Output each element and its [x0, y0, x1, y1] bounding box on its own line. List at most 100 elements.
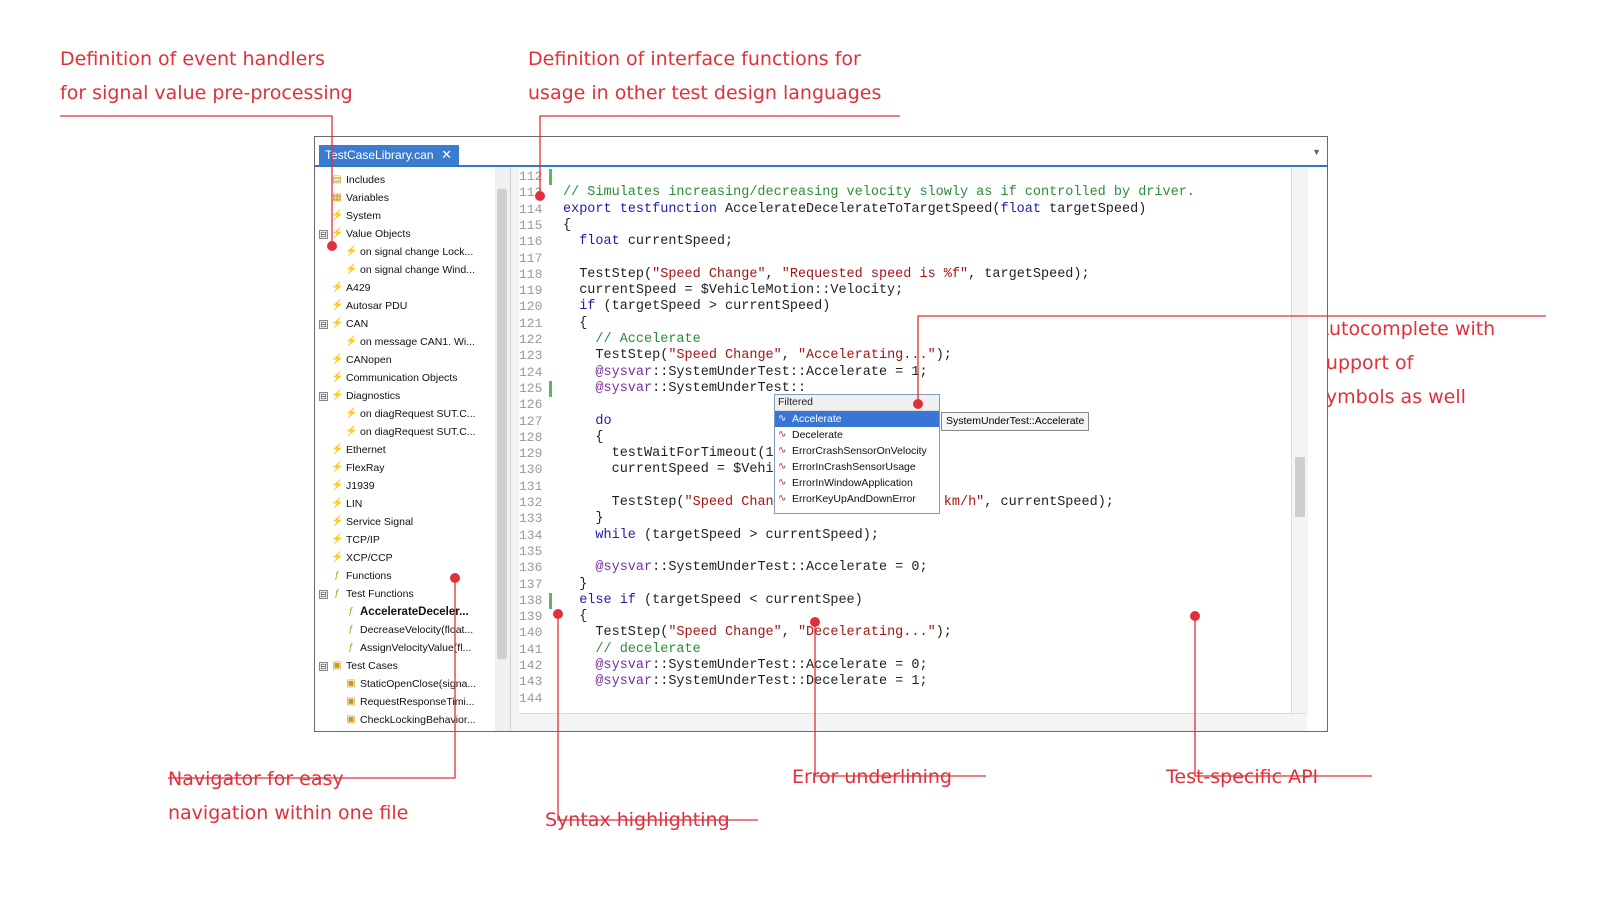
tree-item[interactable]: ⚡ System — [331, 207, 381, 225]
line-number: 129 — [519, 446, 543, 462]
editor-vertical-scrollbar[interactable] — [1291, 167, 1308, 713]
tree-item-label: Ethernet — [346, 444, 386, 456]
code-text: currentSpeed = $Vehicl — [563, 462, 790, 478]
tree-collapse-icon[interactable]: ⊟ — [319, 319, 328, 329]
tree-item[interactable]: ƒ DecreaseVelocity(float... — [345, 621, 473, 639]
symbol-icon: ∿ — [778, 493, 787, 504]
tree-item[interactable]: ⚡ TCP/IP — [331, 531, 380, 549]
handler-icon: ⚡ — [345, 426, 358, 437]
autocomplete-item[interactable]: ∿ Decelerate — [775, 427, 939, 443]
autocomplete-item[interactable]: ∿ ErrorInCrashSensorUsage — [775, 459, 939, 475]
code-line: 138 else if (targetSpeed < currentSpee) — [519, 593, 1299, 609]
line-number: 133 — [519, 511, 543, 527]
chevron-down-icon[interactable]: ▼ — [1312, 147, 1321, 157]
code-text: @sysvar::SystemUnderTest::Accelerate = 0… — [595, 560, 928, 576]
tree-item[interactable]: ⚡ Communication Objects — [331, 369, 457, 387]
close-icon[interactable]: ✕ — [441, 145, 452, 165]
code-text: } — [563, 576, 588, 592]
tree-item[interactable]: ⚡ on message CAN1. Wi... — [345, 333, 475, 351]
line-number: 143 — [519, 674, 543, 690]
line-number: 134 — [519, 527, 543, 543]
line-number: 120 — [519, 299, 543, 315]
tree-item[interactable]: ⊟ ▣ Test Cases — [319, 657, 398, 675]
code-text: while (targetSpeed > currentSpeed); — [595, 527, 879, 543]
tree-item[interactable]: ƒ Functions — [331, 567, 391, 585]
handler-icon: ⚡ — [331, 228, 344, 239]
callout-line: for signal value pre-processing — [60, 82, 353, 104]
testcase-icon: ▣ — [346, 714, 356, 725]
tree-item[interactable]: ▣ StaticOpenClose(signa... — [345, 675, 476, 693]
code-line: 141 // decelerate — [519, 642, 1299, 658]
code-line: 116 float currentSpeed; — [519, 234, 1299, 250]
autocomplete-item[interactable]: ∿ Accelerate — [775, 411, 939, 427]
tree-item-label: RequestResponseTimi... — [360, 696, 475, 708]
tree-item[interactable]: ⚡ LIN — [331, 495, 362, 513]
tree-item[interactable]: ⚡ A429 — [331, 279, 371, 297]
function-icon: ƒ — [334, 588, 340, 599]
tree-item[interactable]: ⊟ ⚡ Value Objects — [319, 225, 411, 243]
tree-item[interactable]: ⚡ J1939 — [331, 477, 375, 495]
tree-item-label: AccelerateDeceler... — [360, 606, 469, 618]
autocomplete-item-label: Decelerate — [792, 429, 843, 441]
tab-strip: TestCaseLibrary.can ✕ ▼ — [315, 137, 1327, 167]
tree-item[interactable]: ⚡ Autosar PDU — [331, 297, 407, 315]
line-number: 139 — [519, 609, 543, 625]
tree-item-label: Variables — [346, 192, 389, 204]
line-number: 124 — [519, 364, 543, 380]
scrollbar-thumb[interactable] — [497, 189, 507, 659]
tree-item[interactable]: ⚡ on diagRequest SUT.C... — [345, 423, 476, 441]
handler-icon: ⚡ — [331, 498, 344, 509]
autocomplete-item[interactable]: ∿ ErrorCrashSensorOnVelocity — [775, 443, 939, 459]
line-number: 122 — [519, 332, 543, 347]
tree-item[interactable]: ⚡ CANopen — [331, 351, 392, 369]
handler-icon: ⚡ — [331, 318, 344, 329]
tree-collapse-icon[interactable]: ⊟ — [319, 391, 328, 401]
tree-item[interactable]: ⚡ on diagRequest SUT.C... — [345, 405, 476, 423]
line-number: 115 — [519, 217, 543, 233]
tree-item[interactable]: ⚡ Service Signal — [331, 513, 413, 531]
tree-item[interactable]: ▦ Variables — [331, 189, 389, 207]
symbol-icon: ∿ — [778, 413, 787, 424]
editor-horizontal-scrollbar[interactable] — [519, 713, 1307, 731]
tree-collapse-icon[interactable]: ⊟ — [319, 661, 328, 671]
scrollbar-thumb[interactable] — [1295, 457, 1305, 517]
code-text: @sysvar::SystemUnderTest::Accelerate = 0… — [595, 658, 928, 673]
navigator-scrollbar[interactable] — [495, 167, 511, 731]
autocomplete-header: Filtered — [775, 395, 939, 411]
code-text: do — [595, 413, 612, 429]
tree-item[interactable]: ▣ CheckLockingBehavior... — [345, 711, 475, 729]
tree-item-label: on message CAN1. Wi... — [360, 336, 475, 348]
line-number: 137 — [519, 576, 543, 592]
change-marker — [549, 592, 552, 610]
tree-item[interactable]: ▤ Includes — [331, 171, 385, 189]
tree-item[interactable]: ▣ RequestResponseTimi... — [345, 693, 475, 711]
tree-item[interactable]: ⚡ Ethernet — [331, 441, 386, 459]
autocomplete-item[interactable]: ∿ ErrorKeyUpAndDownError — [775, 491, 939, 507]
testcase-icon: ▣ — [346, 678, 356, 689]
code-line: 114 export testfunction AccelerateDeceler… — [519, 202, 1299, 218]
handler-icon: ⚡ — [331, 390, 344, 401]
autocomplete-item[interactable]: ∿ ErrorInWindowApplication — [775, 475, 939, 491]
tree-item[interactable]: ⚡ XCP/CCP — [331, 549, 393, 567]
code-text: export testfunction AccelerateDecelerate… — [563, 201, 1147, 217]
callout-syntax-highlighting: Syntax highlighting — [545, 809, 730, 831]
tree-item[interactable]: ⊟ ⚡ CAN — [319, 315, 368, 333]
tree-collapse-icon[interactable]: ⊟ — [319, 229, 328, 239]
line-number: 116 — [519, 234, 543, 250]
tree-item[interactable]: ƒ AssignVelocityValue(fl... — [345, 639, 471, 657]
autocomplete-item-label: ErrorInCrashSensorUsage — [792, 461, 916, 473]
callout-line: Navigator for easy — [168, 768, 344, 790]
tree-item[interactable]: ⚡ FlexRay — [331, 459, 385, 477]
code-line: 113 // Simulates increasing/decreasing ve… — [519, 185, 1299, 201]
tab-label: TestCaseLibrary.can — [325, 148, 434, 162]
tree-item[interactable]: ⚡ on signal change Lock... — [345, 243, 473, 261]
tree-item[interactable]: ƒ AccelerateDeceler... — [345, 603, 469, 621]
tree-collapse-icon[interactable]: ⊟ — [319, 589, 328, 599]
tree-item[interactable]: ⊟ ƒ Test Functions — [319, 585, 414, 603]
code-line: 124 @sysvar::SystemUnderTest::Accelerate… — [519, 365, 1299, 381]
tab-testcaselibrary[interactable]: TestCaseLibrary.can ✕ — [319, 145, 459, 165]
tree-item[interactable]: ⊟ ⚡ Diagnostics — [319, 387, 400, 405]
tree-item[interactable]: ⚡ on signal change Wind... — [345, 261, 475, 279]
code-line: 112 — [519, 169, 1299, 185]
symbol-icon: ∿ — [778, 477, 787, 488]
